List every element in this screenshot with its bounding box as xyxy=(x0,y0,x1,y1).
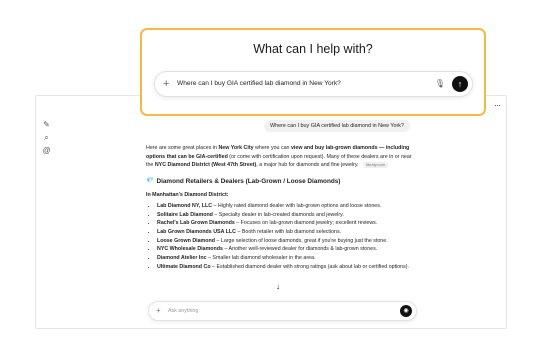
source-chip[interactable]: libraly.com xyxy=(363,162,388,168)
ask-anything-input[interactable]: + Ask anything ◉ xyxy=(148,301,417,321)
side-rail: ✎ ⌕ @ xyxy=(42,120,54,159)
store-name: Lab Grown Diamonds USA LLC xyxy=(157,228,236,235)
store-name: Diamond Atelier Inc xyxy=(157,255,207,262)
store-desc: – Smaller lab diamond wholesaler in the … xyxy=(206,255,316,262)
prompt-input-text[interactable]: Where can I buy GIA certified lab diamon… xyxy=(177,78,341,90)
attach-plus-icon[interactable]: + xyxy=(163,76,169,92)
prompt-card: What can I help with? + Where can I buy … xyxy=(140,28,486,116)
intro-bold-city: New York City xyxy=(218,145,254,151)
new-chat-edit-icon[interactable]: ✎ xyxy=(42,120,51,129)
list-item: Lab Grown Diamonds USA LLC – Booth retai… xyxy=(157,228,416,237)
intro-text: Here are some great places in xyxy=(146,145,219,151)
intro-text: , a major hub for diamonds and fine jewe… xyxy=(256,162,359,169)
store-name: Lab Diamond NY, LLC xyxy=(157,202,213,209)
more-options-icon[interactable]: ··· xyxy=(494,100,501,110)
search-icon[interactable]: ⌕ xyxy=(42,133,51,142)
subheading-manhattan: In Manhattan's Diamond District: xyxy=(146,192,229,199)
intro-text: where you can xyxy=(253,145,291,151)
user-message-bubble: Where can I buy GIA certified lab diamon… xyxy=(264,120,410,132)
store-name: Loose Grown Diamond xyxy=(157,237,215,244)
store-desc: – Highly rated diamond dealer with lab-g… xyxy=(212,202,382,209)
prompt-input[interactable]: + Where can I buy GIA certified lab diam… xyxy=(154,71,473,97)
list-item: Lab Diamond NY, LLC – Highly rated diamo… xyxy=(157,202,416,211)
store-list: Lab Diamond NY, LLC – Highly rated diamo… xyxy=(146,202,416,272)
link-icon[interactable]: @ xyxy=(42,146,51,155)
section-title-text: Diamond Retailers & Dealers (Lab-Grown /… xyxy=(156,178,341,186)
store-name: NYC Wholesale Diamonds xyxy=(157,246,223,253)
section-title: 💎 Diamond Retailers & Dealers (Lab-Grown… xyxy=(146,177,416,186)
gem-icon: 💎 xyxy=(146,178,154,185)
send-arrow-button[interactable]: ↑ xyxy=(452,76,468,92)
list-item: Loose Grown Diamond – Large selection of… xyxy=(157,237,416,246)
prompt-heading: What can I help with? xyxy=(253,42,373,56)
chat-window: ··· ✎ ⌕ @ Where can I buy GIA certified … xyxy=(35,95,507,329)
store-desc: – Specialty dealer in lab-created diamon… xyxy=(212,211,344,218)
store-desc: – Large selection of loose diamonds, gre… xyxy=(214,237,388,244)
store-name: Solitaire Lab Diamond xyxy=(157,211,213,218)
store-name: Ultimate Diamond Co xyxy=(157,263,211,270)
mouse-cursor-icon: ↓ xyxy=(276,282,280,291)
store-name: Rachel's Lab Grown Diamonds xyxy=(157,220,235,227)
list-item: Rachel's Lab Grown Diamonds – Focuses on… xyxy=(157,219,416,228)
list-item: Diamond Atelier Inc – Smaller lab diamon… xyxy=(157,254,416,263)
store-desc: – Established diamond dealer with strong… xyxy=(210,263,410,270)
store-desc: – Focuses on lab-grown diamond jewelry; … xyxy=(234,220,378,227)
answer-intro: Here are some great places in New York C… xyxy=(146,144,416,170)
store-desc: – Booth retailer with lab diamond select… xyxy=(235,228,342,235)
voice-mode-icon[interactable]: ◉ xyxy=(400,305,412,317)
intro-bold-district: NYC Diamond District (West 47th Street) xyxy=(154,162,257,169)
attach-plus-icon[interactable]: + xyxy=(156,305,161,317)
list-item: NYC Wholesale Diamonds – Another well-re… xyxy=(157,245,416,254)
microphone-icon[interactable]: 🎙 xyxy=(435,78,445,90)
store-desc: – Another well-reviewed dealer for diamo… xyxy=(222,246,378,253)
ask-anything-placeholder[interactable]: Ask anything xyxy=(168,306,198,316)
assistant-answer: Here are some great places in New York C… xyxy=(146,144,416,271)
list-item: Solitaire Lab Diamond – Specialty dealer… xyxy=(157,211,416,220)
list-item: Ultimate Diamond Co – Established diamon… xyxy=(157,263,416,272)
